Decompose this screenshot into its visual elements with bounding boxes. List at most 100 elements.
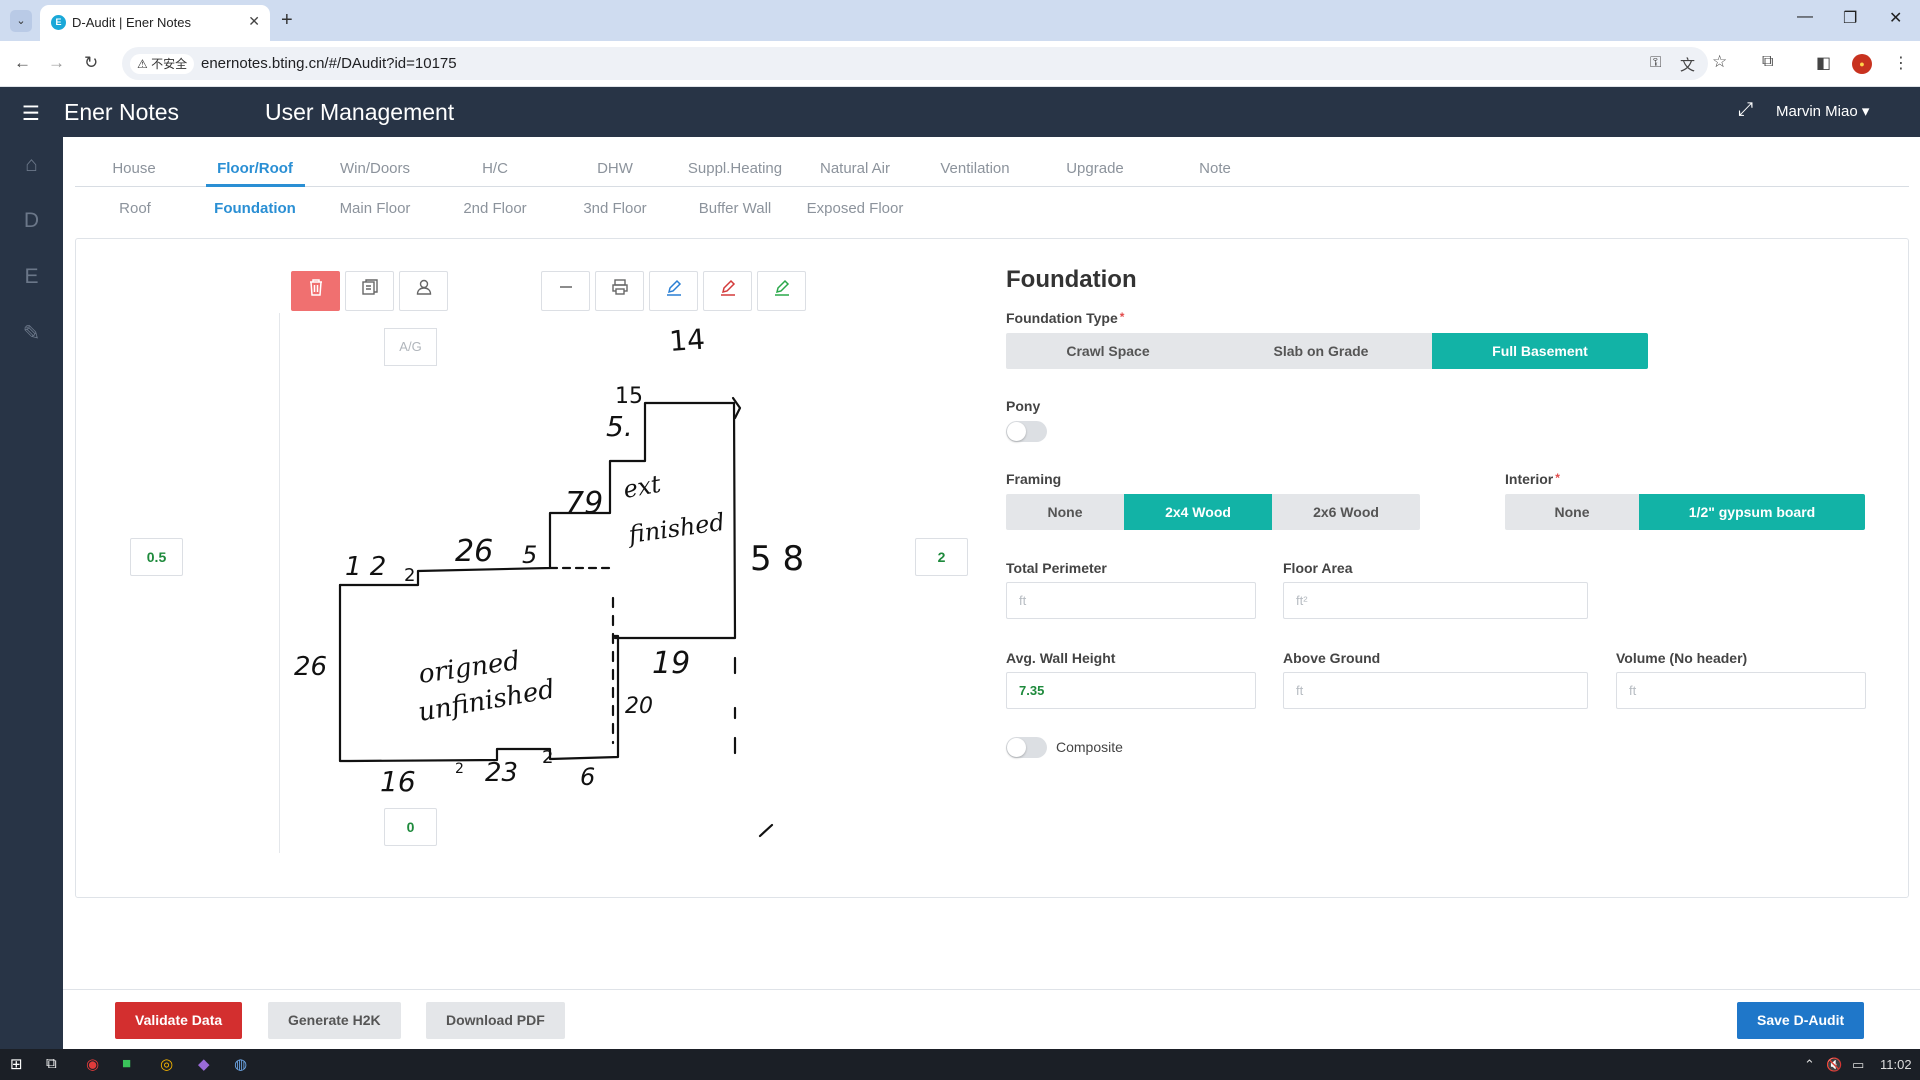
tab-suppl-heating[interactable]: Suppl.Heating (685, 160, 785, 177)
option-crawl-space[interactable]: Crawl Space (1006, 333, 1210, 369)
app-green-icon[interactable]: ■ (122, 1055, 131, 1072)
rail-item-d[interactable]: D (0, 209, 63, 233)
pony-label: Pony (1006, 398, 1041, 414)
pen-green-button[interactable] (757, 271, 806, 311)
tab-hc[interactable]: H/C (445, 160, 545, 177)
tab-dhw[interactable]: DHW (565, 160, 665, 177)
tab-natural-air[interactable]: Natural Air (805, 160, 905, 177)
windows-start-icon[interactable]: ⊞ (10, 1055, 23, 1073)
profile-avatar[interactable]: ● (1852, 54, 1872, 74)
action-footer: Validate Data Generate H2K Download PDF … (63, 989, 1920, 1049)
option-full-basement[interactable]: Full Basement (1432, 333, 1648, 369)
tab-note[interactable]: Note (1165, 160, 1265, 177)
subtab-foundation[interactable]: Foundation (205, 200, 305, 217)
close-window-icon[interactable]: ✕ (1889, 8, 1902, 28)
user-icon (416, 279, 431, 295)
avg-wall-height-input[interactable]: 7.35 (1006, 672, 1256, 709)
svg-text:1 2: 1 2 (345, 552, 386, 582)
pen-red-button[interactable] (703, 271, 752, 311)
extensions-icon[interactable]: ⧉ (1762, 53, 1773, 71)
copy-button[interactable] (345, 271, 394, 311)
subtab-2nd-floor[interactable]: 2nd Floor (445, 200, 545, 217)
back-icon[interactable]: ← (14, 53, 31, 73)
interior-none[interactable]: None (1505, 494, 1639, 530)
above-ground-input[interactable]: ft (1283, 672, 1588, 709)
new-tab-button[interactable]: + (281, 9, 293, 32)
floor-area-input[interactable]: ft² (1283, 582, 1588, 619)
interior-gypsum-board[interactable]: 1/2" gypsum board (1639, 494, 1865, 530)
volume-icon[interactable]: 🔇 (1826, 1057, 1842, 1073)
pen-red-icon (720, 279, 735, 296)
network-icon[interactable]: ▭ (1852, 1057, 1864, 1073)
omnibox[interactable]: ⚠ 不安全 enernotes.bting.cn/#/DAudit?id=101… (122, 47, 1727, 80)
tab-search-button[interactable]: ⌄ (10, 10, 32, 32)
tab-win-doors[interactable]: Win/Doors (325, 160, 425, 177)
floor-area-label: Floor Area (1283, 560, 1353, 576)
user-menu[interactable]: Marvin Miao ▾ (1776, 102, 1869, 120)
composite-toggle[interactable] (1006, 737, 1047, 758)
tab-house[interactable]: House (84, 160, 184, 177)
left-value-box[interactable]: 0.5 (130, 538, 183, 576)
side-rail: ⌂ D E ✎ (0, 137, 63, 1049)
framing-none[interactable]: None (1006, 494, 1124, 530)
avg-wall-height-label: Avg. Wall Height (1006, 650, 1116, 666)
total-perimeter-input[interactable]: ft (1006, 582, 1256, 619)
pony-toggle[interactable] (1006, 421, 1047, 442)
sketch-canvas[interactable]: 14 15 5. 79 ext finished 5 8 26 5 1 2 2 … (279, 313, 819, 853)
close-tab-icon[interactable]: ✕ (248, 13, 260, 30)
minimize-icon[interactable]: — (1797, 8, 1813, 26)
bottom-value-box[interactable]: 0 (384, 808, 437, 846)
security-warning[interactable]: ⚠ 不安全 (130, 54, 195, 74)
key-icon[interactable]: ⚿ (1650, 54, 1661, 71)
tab-upgrade[interactable]: Upgrade (1045, 160, 1145, 177)
total-perimeter-label: Total Perimeter (1006, 560, 1107, 576)
home-icon[interactable]: ⌂ (0, 153, 63, 177)
interior-label: Interior * (1505, 471, 1560, 487)
above-grade-label[interactable]: A/G (384, 328, 437, 366)
svg-text:16: 16 (380, 765, 416, 798)
print-button[interactable] (595, 271, 644, 311)
bookmark-star-icon[interactable]: ☆ (1712, 52, 1727, 72)
svg-text:6: 6 (580, 763, 595, 791)
menu-icon[interactable]: ☰ (22, 101, 40, 126)
rail-item-e[interactable]: E (0, 265, 63, 289)
main-tabs: House Floor/Roof Win/Doors H/C DHW Suppl… (75, 150, 1909, 187)
side-panel-icon[interactable]: ◧ (1816, 53, 1831, 73)
url-text[interactable]: enernotes.bting.cn/#/DAudit?id=10175 (201, 55, 457, 72)
subtab-buffer-wall[interactable]: Buffer Wall (685, 200, 785, 217)
subtab-exposed-floor[interactable]: Exposed Floor (805, 200, 905, 217)
right-value-box[interactable]: 2 (915, 538, 968, 576)
user-button[interactable] (399, 271, 448, 311)
task-view-icon[interactable]: ⧉ (46, 1055, 57, 1072)
tab-floor-roof[interactable]: Floor/Roof (205, 160, 305, 177)
app-red-icon[interactable]: ◉ (86, 1055, 99, 1073)
option-slab-on-grade[interactable]: Slab on Grade (1210, 333, 1432, 369)
line-tool-button[interactable] (541, 271, 590, 311)
fullscreen-icon[interactable]: ⤢ (1738, 99, 1753, 121)
pencil-icon[interactable]: ✎ (0, 321, 63, 346)
delete-button[interactable] (291, 271, 340, 311)
browser-menu-icon[interactable]: ⋮ (1893, 53, 1909, 73)
framing-2x6-wood[interactable]: 2x6 Wood (1272, 494, 1420, 530)
tray-chevron-icon[interactable]: ⌃ (1804, 1057, 1815, 1073)
tab-ventilation[interactable]: Ventilation (925, 160, 1025, 177)
vscode-icon[interactable]: ◆ (198, 1055, 210, 1073)
svg-text:5: 5 (522, 541, 537, 569)
save-d-audit-button[interactable]: Save D-Audit (1737, 1002, 1865, 1039)
generate-h2k-button[interactable]: Generate H2K (268, 1002, 401, 1039)
download-pdf-button[interactable]: Download PDF (426, 1002, 565, 1039)
pen-blue-button[interactable] (649, 271, 698, 311)
chrome-icon[interactable]: ◎ (160, 1055, 173, 1073)
subtab-roof[interactable]: Roof (85, 200, 185, 217)
reload-icon[interactable]: ↻ (84, 53, 98, 73)
framing-2x4-wood[interactable]: 2x4 Wood (1124, 494, 1272, 530)
app-blue-icon[interactable]: ◍ (234, 1055, 247, 1073)
restore-icon[interactable]: ❐ (1843, 8, 1857, 28)
subtab-3nd-floor[interactable]: 3nd Floor (565, 200, 665, 217)
translate-icon[interactable]: 文 (1680, 54, 1695, 75)
validate-data-button[interactable]: Validate Data (115, 1002, 243, 1039)
browser-tab[interactable]: E D-Audit | Ener Notes ✕ (40, 5, 270, 41)
subtab-main-floor[interactable]: Main Floor (325, 200, 425, 217)
forward-icon[interactable]: → (48, 53, 65, 73)
volume-input[interactable]: ft (1616, 672, 1866, 709)
